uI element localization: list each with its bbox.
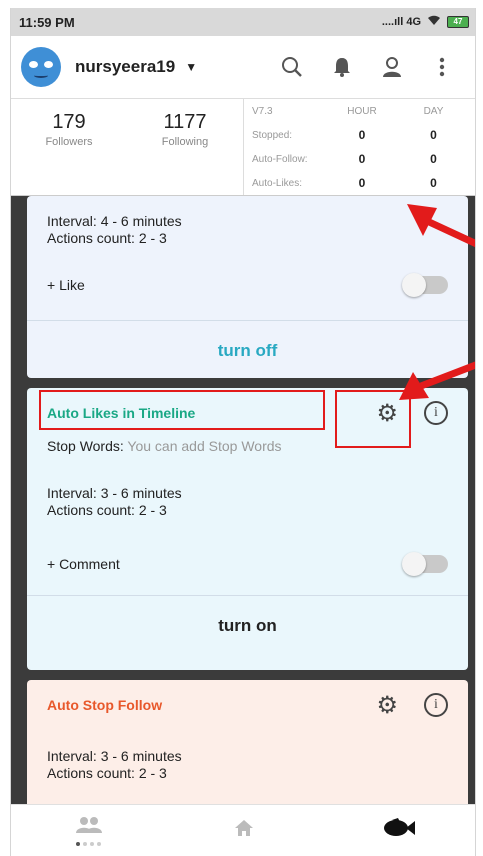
turn-on-button[interactable]: turn on xyxy=(27,596,468,656)
tab-home[interactable] xyxy=(184,819,304,843)
comment-toggle[interactable] xyxy=(402,552,448,576)
chevron-down-icon[interactable]: ▼ xyxy=(185,60,197,74)
row-label: Auto-Follow: xyxy=(252,153,308,165)
following-label: Following xyxy=(161,136,209,148)
page-indicator xyxy=(76,841,102,846)
signal-icon: ....ıll 4G xyxy=(381,16,421,28)
search-icon[interactable] xyxy=(267,56,317,78)
turn-off-button[interactable]: turn off xyxy=(27,321,468,381)
option-label: + Like xyxy=(47,277,85,293)
day-header: DAY xyxy=(423,105,444,117)
version-label: V7.3 xyxy=(252,105,273,117)
stats-row-auto-likes: Auto-Likes: 0 0 xyxy=(244,171,475,195)
actions-count-text: Actions count: 2 - 3 xyxy=(47,765,167,781)
like-option: + Like xyxy=(27,260,468,310)
tab-people[interactable] xyxy=(29,816,149,846)
page-dot xyxy=(97,841,102,846)
auto-like-card: Interval: 4 - 6 minutes Actions count: 2… xyxy=(27,196,468,378)
stop-words-placeholder: You can add Stop Words xyxy=(127,438,282,454)
bell-icon[interactable] xyxy=(317,56,367,78)
stats-table-header: V7.3 HOUR DAY xyxy=(244,99,475,123)
row-label: Stopped: xyxy=(252,129,293,141)
like-toggle[interactable] xyxy=(402,273,448,297)
day-value: 0 xyxy=(430,176,437,190)
stats-row-stopped: Stopped: 0 0 xyxy=(244,123,475,147)
wifi-icon xyxy=(427,15,441,29)
people-icon xyxy=(75,816,103,840)
day-value: 0 xyxy=(430,128,437,142)
actions-count-text: Actions count: 2 - 3 xyxy=(47,230,167,246)
avatar[interactable] xyxy=(21,47,61,87)
page-dot xyxy=(76,841,81,846)
gear-highlight-box xyxy=(335,390,411,448)
info-icon[interactable]: i xyxy=(424,693,448,717)
user-icon[interactable] xyxy=(367,56,417,78)
following-stat[interactable]: 1177 Following xyxy=(127,111,243,195)
title-highlight-box xyxy=(39,390,325,430)
page-dot xyxy=(83,841,88,846)
hour-value: 0 xyxy=(358,152,366,166)
option-label: + Comment xyxy=(47,556,120,572)
hour-value: 0 xyxy=(358,128,366,142)
gear-icon[interactable]: ⚙ xyxy=(376,691,398,720)
followers-stat[interactable]: 179 Followers xyxy=(11,111,127,195)
phone-screen: 11:59 PM ....ıll 4G 47 nursyeera19 ▼ 179… xyxy=(10,8,476,856)
status-bar: 11:59 PM ....ıll 4G 47 xyxy=(11,8,475,36)
status-time: 11:59 PM xyxy=(19,14,75,30)
activity-stats-table: V7.3 HOUR DAY Stopped: 0 0 Auto-Follow: … xyxy=(243,99,475,195)
bottom-nav xyxy=(11,804,475,856)
hour-header: HOUR xyxy=(347,105,377,117)
day-value: 0 xyxy=(430,152,437,166)
stop-words-label: Stop Words: xyxy=(47,438,124,454)
account-switcher[interactable]: nursyeera19 xyxy=(75,57,175,77)
fish-icon xyxy=(382,817,416,844)
interval-text: Interval: 4 - 6 minutes xyxy=(47,213,182,229)
stats-row-auto-follow: Auto-Follow: 0 0 xyxy=(244,147,475,171)
app-bar: nursyeera19 ▼ xyxy=(11,36,475,98)
info-icon[interactable]: i xyxy=(424,401,448,425)
interval-text: Interval: 3 - 6 minutes xyxy=(47,485,182,501)
followers-count: 179 xyxy=(52,111,86,133)
tab-fish[interactable] xyxy=(339,817,459,844)
hour-value: 0 xyxy=(358,176,366,190)
actions-count-text: Actions count: 2 - 3 xyxy=(47,502,167,518)
comment-option: + Comment xyxy=(27,539,468,589)
followers-label: Followers xyxy=(45,136,93,148)
profile-stats: 179 Followers 1177 Following V7.3 HOUR D… xyxy=(11,98,475,196)
card-title: Auto Stop Follow xyxy=(47,697,163,713)
following-count: 1177 xyxy=(163,111,207,133)
page-dot xyxy=(90,841,95,846)
home-icon xyxy=(234,819,254,843)
interval-text: Interval: 3 - 6 minutes xyxy=(47,748,182,764)
row-label: Auto-Likes: xyxy=(252,177,303,189)
more-icon[interactable] xyxy=(417,56,467,78)
battery-icon: 47 xyxy=(447,16,469,28)
